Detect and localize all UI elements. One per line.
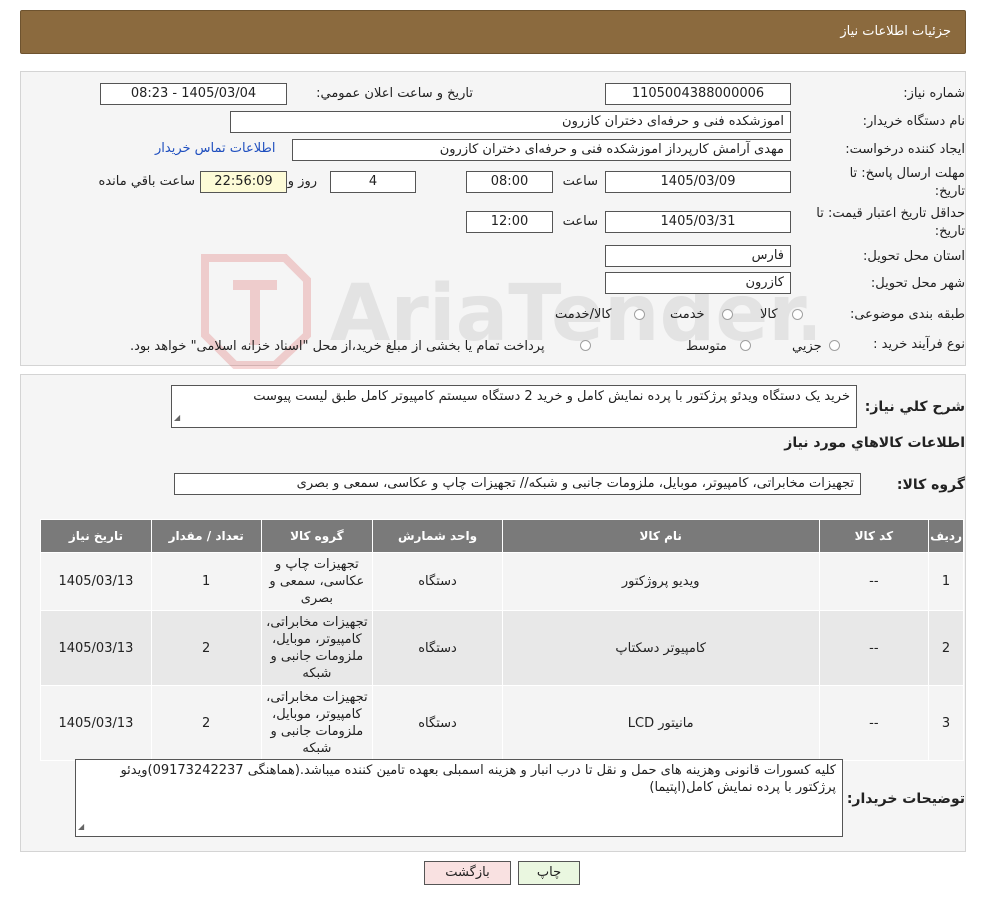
process-label: نوع فرآیند خرید : [873,337,965,352]
goods-section-title: اطلاعات کالاهاي مورد نياز [784,435,965,451]
col-need-date: تاریخ نیاز [40,519,152,553]
deadline-time-label: ساعت [562,174,598,189]
category-option-service: خدمت [670,307,705,322]
col-row-number: رديف [928,519,964,553]
creator-field: مهدی آرامش کارپرداز اموزشکده فنی و حرفه‌… [292,139,791,161]
deadline-label-2: تاریخ: [934,184,965,199]
province-label: استان محل تحویل: [863,249,965,264]
cell-item-name: مانیتور LCD [501,685,820,761]
creator-label: ایجاد کننده درخواست: [845,142,965,157]
category-radio-service[interactable] [722,309,733,320]
deadline-time-field: 08:00 [466,171,553,193]
cell-item-group: تجهیزات چاپ و عکاسی، سمعی و بصری [260,552,374,611]
process-note: پرداخت تمام یا بخشی از مبلغ خرید،از محل … [130,339,545,354]
buyer-notes-label: توضیحات خریدار: [846,791,965,807]
goods-group-label: گروه کالا: [896,477,965,493]
cell-item-group: تجهیزات مخابراتی، کامپیوتر، موبایل، ملزو… [260,610,374,686]
validity-label-2: تاریخ: [934,224,965,239]
cell-item-code: -- [818,685,930,761]
cell-need-date: 1405/03/13 [40,685,152,761]
cell-item-code: -- [818,552,930,611]
cell-quantity: 1 [150,552,262,611]
cell-item-name: کامپیوتر دسکتاپ [501,610,820,686]
back-button[interactable]: بازگشت [424,861,511,885]
days-label: روز و [287,174,317,189]
buyer-org-label: نام دستگاه خریدار: [862,114,965,129]
col-unit: واحد شمارش [372,519,503,553]
col-item-name: نام کالا [501,519,820,553]
province-field: فارس [605,245,791,267]
category-option-both: کالا/خدمت [555,307,612,322]
cell-quantity: 2 [150,685,262,761]
table-row: 2 -- کامپیوتر دسکتاپ دستگاه تجهیزات مخاب… [40,610,964,686]
deadline-label: مهلت ارسال پاسخ: تا [849,166,965,181]
days-field: 4 [330,171,416,193]
cell-unit: دستگاه [372,685,503,761]
process-radio-partial[interactable] [829,340,840,351]
buyer-org-field: اموزشکده فنی و حرفه‌ای دختران کازرون [230,111,791,133]
buyer-contact-link[interactable]: اطلاعات تماس خریدار [155,141,275,156]
process-option-medium: متوسط [686,339,727,354]
category-option-goods: کالا [760,307,778,322]
description-text: خرید یک دستگاه ویدئو پرژکتور با پرده نما… [171,385,857,428]
cell-need-date: 1405/03/13 [40,552,152,611]
description-content: خرید یک دستگاه ویدئو پرژکتور با پرده نما… [253,389,850,404]
remaining-label: ساعت باقي مانده [98,174,195,189]
buyer-notes-content: کلیه کسورات قانونی وهزینه های حمل و نقل … [120,763,836,795]
cell-need-date: 1405/03/13 [40,610,152,686]
category-label: طبقه بندی موضوعی: [849,307,965,322]
goods-table: رديف کد کالا نام کالا واحد شمارش گروه کا… [40,519,964,761]
col-item-code: کد کالا [818,519,930,553]
cell-row-number: 1 [928,552,964,611]
category-radio-both[interactable] [634,309,645,320]
cell-item-group: تجهیزات مخابراتی، کامپیوتر، موبایل، ملزو… [260,685,374,761]
need-number-label: شماره نیاز: [903,86,965,101]
buyer-notes-text: کلیه کسورات قانونی وهزینه های حمل و نقل … [75,759,843,837]
resize-grip-icon: ◢ [78,822,85,831]
cell-item-name: ویدیو پروژکتور [501,552,820,611]
city-field: كازرون [605,272,791,294]
process-radio-medium[interactable] [740,340,751,351]
deadline-date-field: 1405/03/09 [605,171,791,193]
description-label: شرح كلي نياز: [864,399,965,415]
validity-time-label: ساعت [562,214,598,229]
category-radio-goods[interactable] [792,309,803,320]
cell-quantity: 2 [150,610,262,686]
cell-row-number: 3 [928,685,964,761]
need-number-field: 1105004388000006 [605,83,791,105]
col-quantity: تعداد / مقدار [150,519,262,553]
cell-unit: دستگاه [372,610,503,686]
cell-row-number: 2 [928,610,964,686]
table-row: 1 -- ویدیو پروژکتور دستگاه تجهیزات چاپ و… [40,552,964,611]
resize-grip-icon: ◢ [174,413,181,422]
announce-field: 1405/03/04 - 08:23 [100,83,287,105]
page-header: جزئیات اطلاعات نیاز [20,10,966,54]
validity-time-field: 12:00 [466,211,553,233]
process-option-partial: جزيي [792,339,822,354]
table-row: 3 -- مانیتور LCD دستگاه تجهیزات مخابراتی… [40,685,964,761]
validity-date-field: 1405/03/31 [605,211,791,233]
cell-unit: دستگاه [372,552,503,611]
page-title: جزئیات اطلاعات نیاز [840,24,951,39]
col-item-group: گروه کالا [260,519,374,553]
validity-label: حداقل تاریخ اعتبار قیمت: تا [816,206,965,221]
goods-group-field: تجهیزات مخابراتی، کامپیوتر، موبایل، ملزو… [174,473,861,495]
print-button[interactable]: چاپ [518,861,580,885]
remaining-time-field: 22:56:09 [200,171,287,193]
table-header-row: رديف کد کالا نام کالا واحد شمارش گروه کا… [40,519,964,553]
cell-item-code: -- [818,610,930,686]
city-label: شهر محل تحویل: [870,276,965,291]
announce-label: تاریخ و ساعت اعلان عمومي: [316,86,473,101]
treasury-checkbox[interactable] [580,340,591,351]
